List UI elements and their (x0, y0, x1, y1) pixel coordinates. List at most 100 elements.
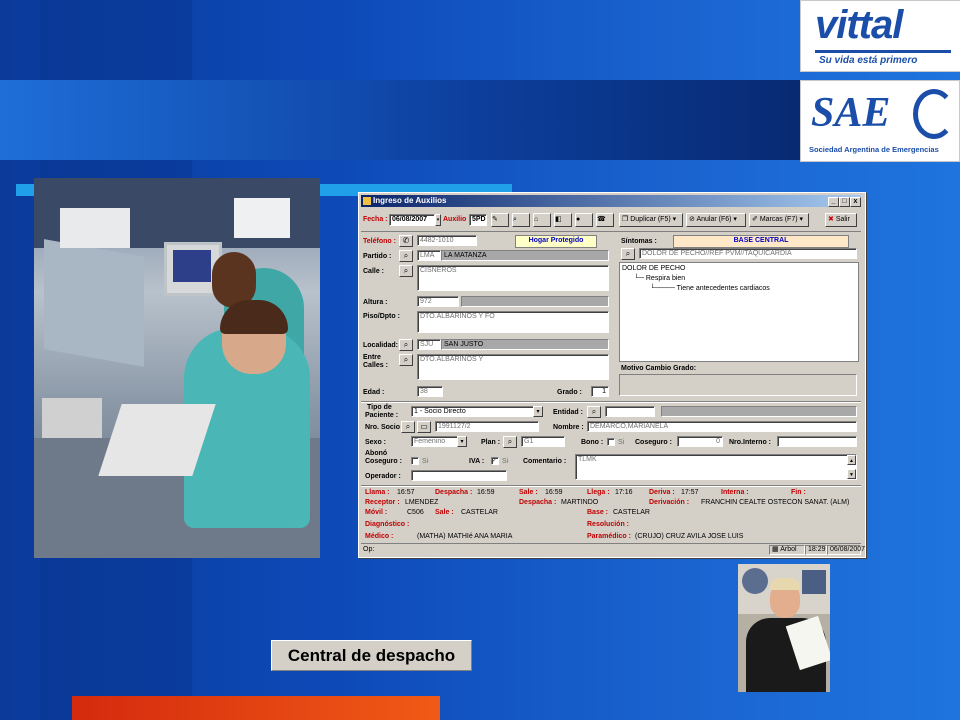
sae-logo-swirl-icon (913, 89, 955, 139)
operador-field[interactable] (411, 470, 507, 481)
plan-search-icon[interactable]: ⌕ (503, 436, 517, 448)
tree-item[interactable]: └──── Tiene antecedentes cardiacos (650, 285, 770, 292)
receptor-label: Receptor : (365, 499, 400, 506)
map-icon[interactable]: ◧ (554, 213, 572, 227)
derivacion-label: Derivación : (649, 499, 690, 506)
status-time: 18:29 (805, 545, 827, 555)
copy-icon: ❐ (622, 216, 631, 223)
maximize-button[interactable]: □ (839, 197, 850, 207)
dispatch-center-photo (34, 178, 320, 558)
altura-field[interactable]: 972 (417, 296, 459, 307)
localidad-code-field[interactable]: SJU (417, 339, 441, 350)
plan-field[interactable]: G1 (521, 436, 565, 447)
close-button[interactable]: x (850, 197, 861, 207)
marks-icon: ✐ (752, 216, 760, 223)
altura-extra-field (461, 296, 609, 307)
motivo-cambio-grado-field[interactable] (619, 374, 857, 396)
base-label: Base : (587, 509, 609, 516)
tipo-paciente-label-2: Paciente : (365, 412, 399, 419)
sintomas-field[interactable]: DOLOR DE PECHO//REF PVM//TAQUICARDIA (639, 248, 857, 259)
partido-name-field: LA MATANZA (441, 250, 609, 261)
nombre-label: Nombre : (553, 424, 584, 431)
derivacion-value: FRANCHIN CEALTE OSTECON SANAT. (ALM) (701, 499, 850, 506)
partido-search-icon[interactable]: ⌕ (399, 250, 413, 262)
partido-label: Partido : (363, 253, 392, 260)
medico-value: (MATHA) MATHIé ANA MARIA (417, 533, 513, 540)
calle-field[interactable]: CISNEROS (417, 265, 609, 291)
phone-lookup-icon[interactable]: ✆ (399, 235, 413, 247)
duplicar-button[interactable]: ❐ Duplicar (F5) ▾ (619, 213, 683, 227)
tree-branch-icon: └──── (650, 285, 677, 292)
auxilio-label: Auxilio : (443, 216, 471, 223)
symptoms-tree[interactable]: DOLOR DE PECHO └─ Respira bien └──── Tie… (619, 262, 859, 362)
minimize-button[interactable]: _ (828, 197, 839, 207)
tree-item[interactable]: DOLOR DE PECHO (622, 265, 685, 272)
globe-icon[interactable]: ● (575, 213, 593, 227)
partido-code-field[interactable]: LMA (417, 250, 441, 261)
comentario-field[interactable]: TLMK (575, 454, 857, 480)
entre-calles-search-icon[interactable]: ⌕ (399, 354, 413, 366)
nombre-field[interactable]: DEMARCO,MARIANELA (587, 421, 857, 432)
fecha-field[interactable]: 06/08/2007 (389, 214, 435, 226)
fecha-dropdown-icon[interactable]: ▾ (435, 214, 441, 226)
operador-label: Operador : (365, 473, 401, 480)
photo-paper (234, 198, 290, 238)
entidad-name-field (661, 406, 857, 417)
nro-socio-field[interactable]: 1991127/2 (435, 421, 539, 432)
sexo-dropdown-icon[interactable]: ▾ (457, 436, 467, 447)
socio-card-icon[interactable]: ▭ (417, 421, 431, 433)
vittal-logo-name: vittal (815, 3, 903, 47)
sae-logo: SAE Sociedad Argentina de Emergencias (800, 80, 960, 162)
edit-icon[interactable]: ✎ (491, 213, 509, 227)
socio-search-icon[interactable]: ⌕ (401, 421, 415, 433)
sintomas-search-icon[interactable]: ⌕ (621, 248, 635, 260)
photo-person-hair (770, 578, 800, 590)
plan-label: Plan : (481, 439, 501, 446)
abono-coseguro-label-1: Abonó (365, 450, 388, 457)
interna-label: Interna : (721, 489, 749, 496)
search-binoculars-icon[interactable]: ⌕ (512, 213, 530, 227)
bono-si-label: Si (618, 439, 625, 446)
scroll-down-icon[interactable]: ▼ (847, 469, 856, 479)
phone-icon[interactable]: ☎ (596, 213, 614, 227)
auxilio-field[interactable]: 5PD (469, 214, 487, 226)
coseguro-field[interactable]: 0 (677, 436, 723, 447)
entre-calles-label-1: Entre (363, 354, 381, 361)
presenter-photo (738, 564, 830, 692)
medico-label: Médico : (365, 533, 394, 540)
localidad-search-icon[interactable]: ⌕ (399, 339, 413, 351)
entidad-label: Entidad : (553, 409, 583, 416)
window-title: Ingreso de Auxilios (373, 196, 447, 205)
tipo-paciente-select[interactable]: 1 - Socio Directo (411, 406, 543, 417)
grado-field[interactable]: 1 (591, 386, 609, 397)
bono-checkbox[interactable] (607, 438, 615, 446)
telefono-field[interactable]: 4482-1010 (417, 235, 477, 246)
calle-search-icon[interactable]: ⌕ (399, 265, 413, 277)
llama-value: 16:57 (397, 489, 415, 496)
arbol-button[interactable]: ▦ Arbol (769, 545, 805, 555)
photo-wall-frame (802, 570, 826, 594)
salir-button[interactable]: ✖ Salir (825, 213, 857, 227)
marcas-button-label: Marcas (F7) (759, 216, 798, 223)
tipo-paciente-label-1: Tipo de (367, 404, 392, 411)
abono-checkbox[interactable] (411, 457, 419, 465)
tree-item[interactable]: └─ Respira bien (634, 275, 685, 282)
edad-field[interactable]: 38 (417, 386, 443, 397)
anular-button[interactable]: ⊘ Anular (F6) ▾ (686, 213, 746, 227)
entidad-field[interactable] (605, 406, 655, 417)
entre-calles-field[interactable]: DTO.ALBARIÑOS Y (417, 354, 609, 380)
section-divider (361, 485, 861, 487)
marcas-button[interactable]: ✐ Marcas (F7) ▾ (749, 213, 809, 227)
deriva-label: Deriva : (649, 489, 675, 496)
iva-checkbox[interactable]: ✓ (491, 457, 499, 465)
scroll-up-icon[interactable]: ▲ (847, 455, 856, 465)
section-divider (361, 401, 861, 403)
entidad-search-icon[interactable]: ⌕ (587, 406, 601, 418)
sintomas-label: Síntomas : (621, 238, 657, 245)
telefono-label: Teléfono : (363, 238, 396, 245)
piso-field[interactable]: DTO.ALBARIÑOS Y FO (417, 311, 609, 333)
nro-interno-field[interactable] (777, 436, 857, 447)
tag-icon[interactable]: ⌂ (533, 213, 551, 227)
coseguro-label: Coseguro : (635, 439, 672, 446)
tipo-paciente-dropdown-icon[interactable]: ▾ (533, 406, 543, 417)
